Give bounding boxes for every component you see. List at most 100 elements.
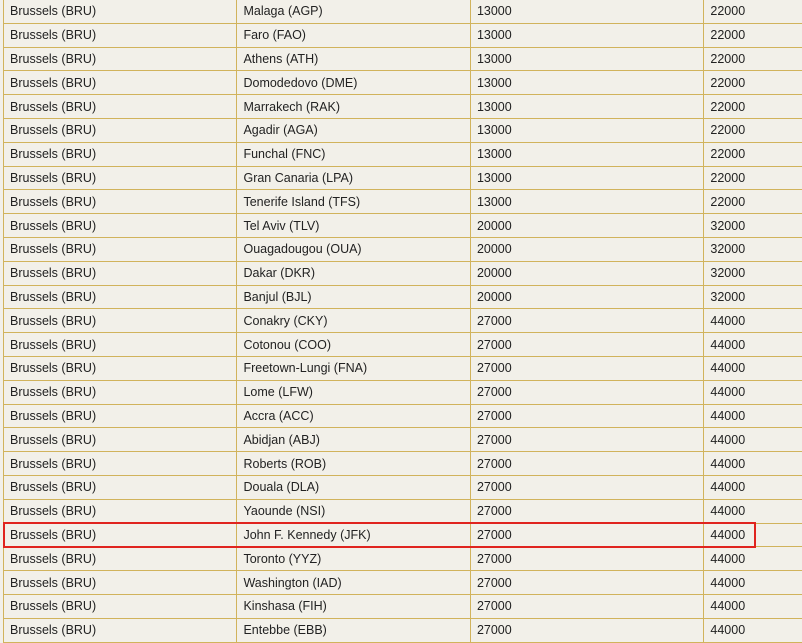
- business-miles-cell: 44000: [704, 547, 802, 571]
- destination-cell: Conakry (CKY): [237, 309, 470, 333]
- business-miles-cell: 32000: [704, 214, 802, 238]
- destination-cell: Agadir (AGA): [237, 118, 470, 142]
- business-miles-cell: 22000: [704, 118, 802, 142]
- table-row: Brussels (BRU)Washington (IAD)2700044000: [4, 571, 802, 595]
- origin-cell: Brussels (BRU): [4, 71, 237, 95]
- business-miles-cell: 44000: [704, 618, 802, 642]
- table-row: Brussels (BRU)Malaga (AGP)1300022000: [4, 0, 802, 23]
- origin-cell: Brussels (BRU): [4, 380, 237, 404]
- origin-cell: Brussels (BRU): [4, 547, 237, 571]
- origin-cell: Brussels (BRU): [4, 404, 237, 428]
- business-miles-cell: 44000: [704, 380, 802, 404]
- business-miles-cell: 44000: [704, 452, 802, 476]
- table-row: Brussels (BRU)Cotonou (COO)2700044000: [4, 333, 802, 357]
- table-row: Brussels (BRU)Ouagadougou (OUA)200003200…: [4, 237, 802, 261]
- origin-cell: Brussels (BRU): [4, 523, 237, 547]
- destination-cell: Marrakech (RAK): [237, 95, 470, 119]
- economy-miles-cell: 20000: [470, 261, 703, 285]
- destination-cell: Banjul (BJL): [237, 285, 470, 309]
- table-row: Brussels (BRU)Faro (FAO)1300022000: [4, 23, 802, 47]
- business-miles-cell: 22000: [704, 166, 802, 190]
- economy-miles-cell: 27000: [470, 594, 703, 618]
- economy-miles-cell: 13000: [470, 166, 703, 190]
- table-row: Brussels (BRU)Douala (DLA)2700044000: [4, 475, 802, 499]
- origin-cell: Brussels (BRU): [4, 237, 237, 261]
- economy-miles-cell: 27000: [470, 356, 703, 380]
- economy-miles-cell: 27000: [470, 571, 703, 595]
- origin-cell: Brussels (BRU): [4, 142, 237, 166]
- economy-miles-cell: 20000: [470, 237, 703, 261]
- origin-cell: Brussels (BRU): [4, 47, 237, 71]
- destination-cell: Washington (IAD): [237, 571, 470, 595]
- economy-miles-cell: 27000: [470, 404, 703, 428]
- origin-cell: Brussels (BRU): [4, 0, 237, 23]
- destination-cell: Gran Canaria (LPA): [237, 166, 470, 190]
- economy-miles-cell: 27000: [470, 523, 703, 547]
- origin-cell: Brussels (BRU): [4, 190, 237, 214]
- economy-miles-cell: 27000: [470, 428, 703, 452]
- table-row: Brussels (BRU)Freetown-Lungi (FNA)270004…: [4, 356, 802, 380]
- origin-cell: Brussels (BRU): [4, 618, 237, 642]
- economy-miles-cell: 27000: [470, 380, 703, 404]
- business-miles-cell: 22000: [704, 23, 802, 47]
- table-row: Brussels (BRU)Toronto (YYZ)2700044000: [4, 547, 802, 571]
- table-row: Brussels (BRU)Funchal (FNC)1300022000: [4, 142, 802, 166]
- table-row: Brussels (BRU)Gran Canaria (LPA)13000220…: [4, 166, 802, 190]
- table-row: Brussels (BRU)Marrakech (RAK)1300022000: [4, 95, 802, 119]
- destination-cell: Dakar (DKR): [237, 261, 470, 285]
- business-miles-cell: 22000: [704, 71, 802, 95]
- destination-cell: John F. Kennedy (JFK): [237, 523, 470, 547]
- economy-miles-cell: 13000: [470, 71, 703, 95]
- table-row: Brussels (BRU)Agadir (AGA)1300022000: [4, 118, 802, 142]
- table-row: Brussels (BRU)Kinshasa (FIH)2700044000: [4, 594, 802, 618]
- origin-cell: Brussels (BRU): [4, 23, 237, 47]
- economy-miles-cell: 13000: [470, 118, 703, 142]
- business-miles-cell: 44000: [704, 594, 802, 618]
- economy-miles-cell: 13000: [470, 23, 703, 47]
- business-miles-cell: 44000: [704, 309, 802, 333]
- business-miles-cell: 44000: [704, 571, 802, 595]
- economy-miles-cell: 27000: [470, 475, 703, 499]
- business-miles-cell: 44000: [704, 356, 802, 380]
- business-miles-cell: 44000: [704, 333, 802, 357]
- economy-miles-cell: 27000: [470, 547, 703, 571]
- origin-cell: Brussels (BRU): [4, 309, 237, 333]
- destination-cell: Malaga (AGP): [237, 0, 470, 23]
- economy-miles-cell: 13000: [470, 142, 703, 166]
- origin-cell: Brussels (BRU): [4, 118, 237, 142]
- miles-table-body: Brussels (BRU)Malaga (AGP)1300022000Brus…: [4, 0, 802, 642]
- origin-cell: Brussels (BRU): [4, 475, 237, 499]
- table-row: Brussels (BRU)Yaounde (NSI)2700044000: [4, 499, 802, 523]
- origin-cell: Brussels (BRU): [4, 333, 237, 357]
- destination-cell: Entebbe (EBB): [237, 618, 470, 642]
- destination-cell: Lome (LFW): [237, 380, 470, 404]
- destination-cell: Faro (FAO): [237, 23, 470, 47]
- business-miles-cell: 32000: [704, 285, 802, 309]
- business-miles-cell: 44000: [704, 475, 802, 499]
- destination-cell: Toronto (YYZ): [237, 547, 470, 571]
- origin-cell: Brussels (BRU): [4, 594, 237, 618]
- table-row: Brussels (BRU)Banjul (BJL)2000032000: [4, 285, 802, 309]
- economy-miles-cell: 27000: [470, 499, 703, 523]
- destination-cell: Douala (DLA): [237, 475, 470, 499]
- economy-miles-cell: 13000: [470, 95, 703, 119]
- destination-cell: Roberts (ROB): [237, 452, 470, 476]
- destination-cell: Freetown-Lungi (FNA): [237, 356, 470, 380]
- economy-miles-cell: 27000: [470, 333, 703, 357]
- table-row: Brussels (BRU)Conakry (CKY)2700044000: [4, 309, 802, 333]
- economy-miles-cell: 20000: [470, 214, 703, 238]
- business-miles-cell: 44000: [704, 428, 802, 452]
- origin-cell: Brussels (BRU): [4, 356, 237, 380]
- origin-cell: Brussels (BRU): [4, 285, 237, 309]
- economy-miles-cell: 13000: [470, 190, 703, 214]
- economy-miles-cell: 13000: [470, 47, 703, 71]
- origin-cell: Brussels (BRU): [4, 428, 237, 452]
- table-row: Brussels (BRU)Lome (LFW)2700044000: [4, 380, 802, 404]
- table-row: Brussels (BRU)Tenerife Island (TFS)13000…: [4, 190, 802, 214]
- origin-cell: Brussels (BRU): [4, 261, 237, 285]
- origin-cell: Brussels (BRU): [4, 166, 237, 190]
- economy-miles-cell: 27000: [470, 452, 703, 476]
- economy-miles-cell: 27000: [470, 618, 703, 642]
- origin-cell: Brussels (BRU): [4, 95, 237, 119]
- origin-cell: Brussels (BRU): [4, 452, 237, 476]
